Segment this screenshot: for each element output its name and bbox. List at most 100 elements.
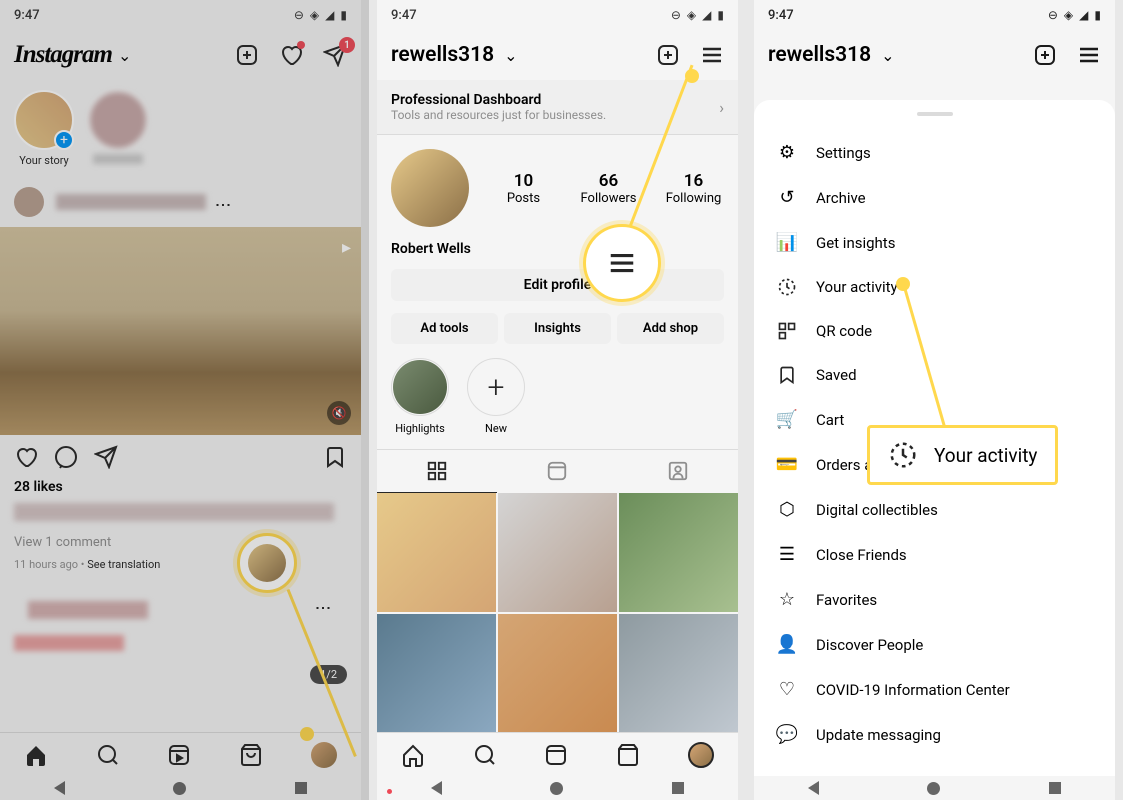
chevron-down-icon[interactable]: ⌄: [118, 46, 131, 65]
create-post-button[interactable]: [235, 43, 259, 67]
nav-reels[interactable]: [544, 743, 568, 767]
menu-your-activity[interactable]: Your activity: [754, 265, 1115, 309]
grid-post[interactable]: [377, 614, 496, 733]
menu-discover-people[interactable]: 👤Discover People: [754, 622, 1115, 667]
highlights-row: Highlights +New: [377, 344, 738, 449]
profile-avatar[interactable]: [391, 149, 469, 227]
like-button[interactable]: [14, 445, 38, 469]
carousel-indicator: 1/2: [310, 665, 347, 684]
your-story[interactable]: + Your story: [14, 90, 74, 167]
nav-shop[interactable]: [616, 743, 640, 767]
recents-button[interactable]: [295, 782, 307, 794]
nav-profile[interactable]: [311, 742, 337, 768]
profile-tabs: [377, 449, 738, 493]
add-story-icon[interactable]: +: [54, 130, 74, 150]
recents-button[interactable]: [1049, 782, 1061, 794]
sheet-handle[interactable]: [917, 112, 953, 116]
post-more-button[interactable]: ⋮: [214, 197, 233, 207]
ad-tools-button[interactable]: Ad tools: [391, 313, 498, 344]
chevron-down-icon[interactable]: ⌄: [504, 46, 517, 65]
callout-your-activity: Your activity: [867, 425, 1058, 485]
likes-count[interactable]: 28 likes: [0, 479, 361, 495]
tab-grid[interactable]: [377, 450, 497, 493]
highlight-profile-tab: [237, 533, 297, 593]
tab-reels[interactable]: [497, 450, 617, 493]
username[interactable]: rewells318: [391, 43, 494, 67]
video-icon: ▸: [342, 237, 351, 258]
nav-home[interactable]: [401, 743, 425, 767]
share-button[interactable]: [94, 445, 118, 469]
grid-post[interactable]: [619, 614, 738, 733]
android-nav: [0, 776, 361, 800]
menu-covid-info[interactable]: ♡COVID-19 Information Center: [754, 667, 1115, 712]
back-button[interactable]: [431, 781, 442, 795]
highlight-item[interactable]: Highlights: [391, 358, 449, 435]
highlight-hamburger: [583, 224, 661, 302]
new-highlight-button[interactable]: +New: [467, 358, 525, 435]
mute-icon[interactable]: 🔇: [327, 401, 351, 425]
story-item[interactable]: [88, 90, 148, 164]
dashboard-subtitle: Tools and resources just for businesses.: [391, 108, 606, 122]
activity-heart-button[interactable]: [279, 43, 303, 67]
menu-settings[interactable]: ⚙Settings: [754, 130, 1115, 175]
add-shop-button[interactable]: Add shop: [617, 313, 724, 344]
menu-update-messaging[interactable]: 💬Update messaging: [754, 712, 1115, 757]
status-bar: 9:47 ⊖◈◢▮: [377, 0, 738, 30]
see-translation[interactable]: See translation: [87, 558, 160, 571]
nav-home[interactable]: [24, 743, 48, 767]
back-button[interactable]: [808, 781, 819, 795]
edit-profile-button[interactable]: Edit profile: [391, 269, 724, 301]
gear-icon: ⚙: [776, 142, 798, 163]
menu-close-friends[interactable]: ☰Close Friends: [754, 532, 1115, 577]
back-button[interactable]: [54, 781, 65, 795]
menu-favorites[interactable]: ☆Favorites: [754, 577, 1115, 622]
status-time: 9:47: [391, 8, 417, 23]
menu-qr-code[interactable]: QR code: [754, 309, 1115, 353]
home-button[interactable]: [173, 782, 186, 795]
highlight-dot: [300, 727, 314, 741]
save-button[interactable]: [323, 445, 347, 469]
insights-button[interactable]: Insights: [504, 313, 611, 344]
list-icon: ☰: [776, 544, 798, 565]
nav-search[interactable]: [473, 743, 497, 767]
grid-post[interactable]: [619, 493, 738, 612]
tab-tagged[interactable]: [618, 450, 738, 493]
post-timestamp: 11 hours ago • See translation: [0, 556, 361, 573]
post-author-avatar[interactable]: [14, 187, 44, 217]
posts-stat[interactable]: 10Posts: [493, 171, 554, 206]
home-button[interactable]: [927, 782, 940, 795]
nav-shop[interactable]: [239, 743, 263, 767]
grid-post[interactable]: [377, 493, 496, 612]
comment-button[interactable]: [54, 445, 78, 469]
bottom-nav: [377, 732, 738, 776]
dashboard-title: Professional Dashboard: [391, 92, 606, 108]
hamburger-menu-button[interactable]: [700, 43, 724, 67]
nav-search[interactable]: [96, 743, 120, 767]
feed-header: Instagram ⌄ 1: [0, 30, 361, 80]
instagram-logo[interactable]: Instagram: [14, 41, 112, 69]
chevron-down-icon: ⌄: [881, 46, 894, 65]
messages-button[interactable]: 1: [323, 43, 347, 67]
nav-reels[interactable]: [167, 743, 191, 767]
menu-digital-collectibles[interactable]: ⬡Digital collectibles: [754, 487, 1115, 532]
bookmark-icon: [776, 365, 798, 385]
view-comments[interactable]: View 1 comment: [0, 529, 361, 556]
hamburger-menu-button: [1077, 43, 1101, 67]
menu-archive[interactable]: ↺Archive: [754, 175, 1115, 220]
following-stat[interactable]: 16Following: [663, 171, 724, 206]
feed-post: ⋮ ▸ 🔇 28 likes View 1 comment 11 hours a…: [0, 177, 361, 573]
archive-icon: ↺: [776, 187, 798, 208]
followers-stat[interactable]: 66Followers: [578, 171, 639, 206]
post-media[interactable]: ▸ 🔇: [0, 227, 361, 435]
create-post-button[interactable]: [656, 43, 680, 67]
menu-insights[interactable]: 📊Get insights: [754, 220, 1115, 265]
recents-button[interactable]: [672, 782, 684, 794]
home-button[interactable]: [550, 782, 563, 795]
grid-post[interactable]: [498, 493, 617, 612]
stories-row[interactable]: + Your story: [0, 80, 361, 177]
post-more-button[interactable]: ⋮: [314, 600, 347, 610]
grid-post[interactable]: [498, 614, 617, 733]
nav-profile[interactable]: [688, 742, 714, 768]
status-icons: ⊖◈◢▮: [1048, 8, 1101, 22]
post2-redacted: [28, 601, 148, 619]
